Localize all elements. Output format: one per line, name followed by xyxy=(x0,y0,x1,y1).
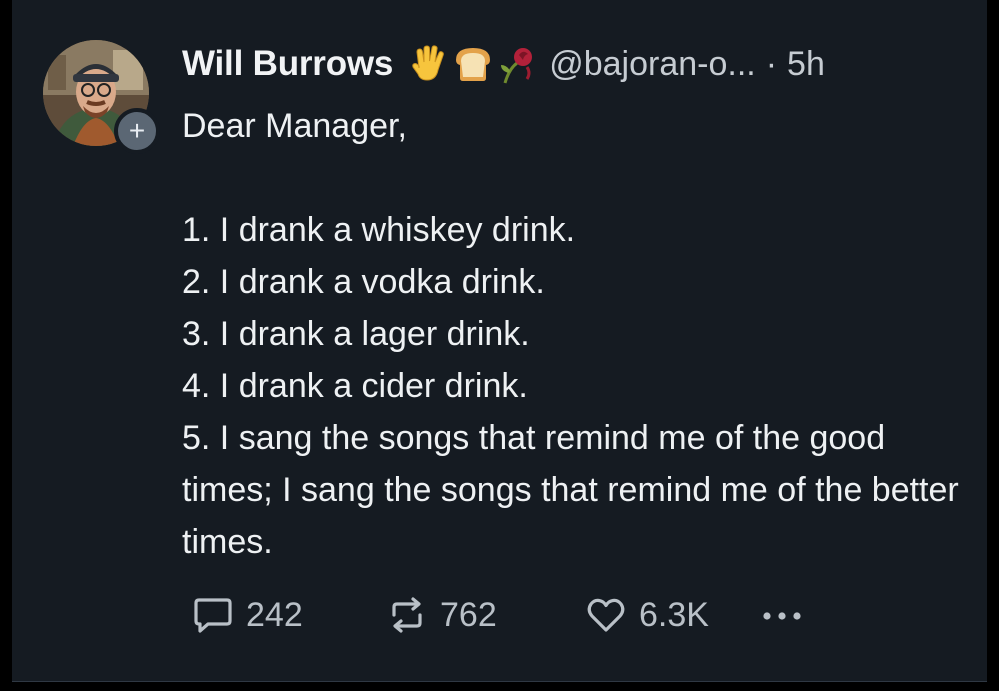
reply-count: 242 xyxy=(246,595,303,634)
author-name[interactable]: Will Burrows xyxy=(182,44,393,84)
screenshot-frame: + Will Burrows @bajoran-o... · 5h Dear M… xyxy=(0,0,999,691)
post-body: Dear Manager, 1. I drank a whiskey drink… xyxy=(182,100,962,568)
like-button[interactable]: 6.3K xyxy=(585,590,709,640)
post-header: Will Burrows @bajoran-o... · 5h xyxy=(182,40,825,88)
like-count: 6.3K xyxy=(639,595,709,634)
post-card[interactable]: + Will Burrows @bajoran-o... · 5h Dear M… xyxy=(12,0,987,682)
plus-icon: + xyxy=(128,115,146,146)
repost-icon xyxy=(392,597,422,633)
reply-button[interactable]: 242 xyxy=(192,590,303,640)
post-greeting: Dear Manager, xyxy=(182,107,407,145)
author-emojis xyxy=(409,43,539,85)
wilted-rose-emoji xyxy=(501,48,533,84)
post-line: 5. I sang the songs that remind me of th… xyxy=(182,419,959,561)
more-options-button[interactable] xyxy=(758,590,818,640)
comment-icon xyxy=(194,598,232,633)
post-line: 3. I drank a lager drink. xyxy=(182,315,530,353)
repost-button[interactable]: 762 xyxy=(386,590,497,640)
post-actions: 242 762 6.3K xyxy=(182,590,962,640)
author-handle[interactable]: @bajoran-o... xyxy=(549,45,756,84)
vulcan-salute-emoji xyxy=(412,45,445,81)
post-line: 1. I drank a whiskey drink. xyxy=(182,211,576,249)
post-line: 2. I drank a vodka drink. xyxy=(182,263,545,301)
heart-icon xyxy=(587,598,625,632)
post-line: 4. I drank a cider drink. xyxy=(182,367,528,405)
follow-button[interactable]: + xyxy=(114,108,160,154)
ellipsis-icon xyxy=(763,612,801,620)
meta-separator: · xyxy=(765,44,778,83)
bread-emoji xyxy=(456,48,491,81)
post-timestamp[interactable]: 5h xyxy=(787,45,825,84)
repost-count: 762 xyxy=(440,595,497,634)
